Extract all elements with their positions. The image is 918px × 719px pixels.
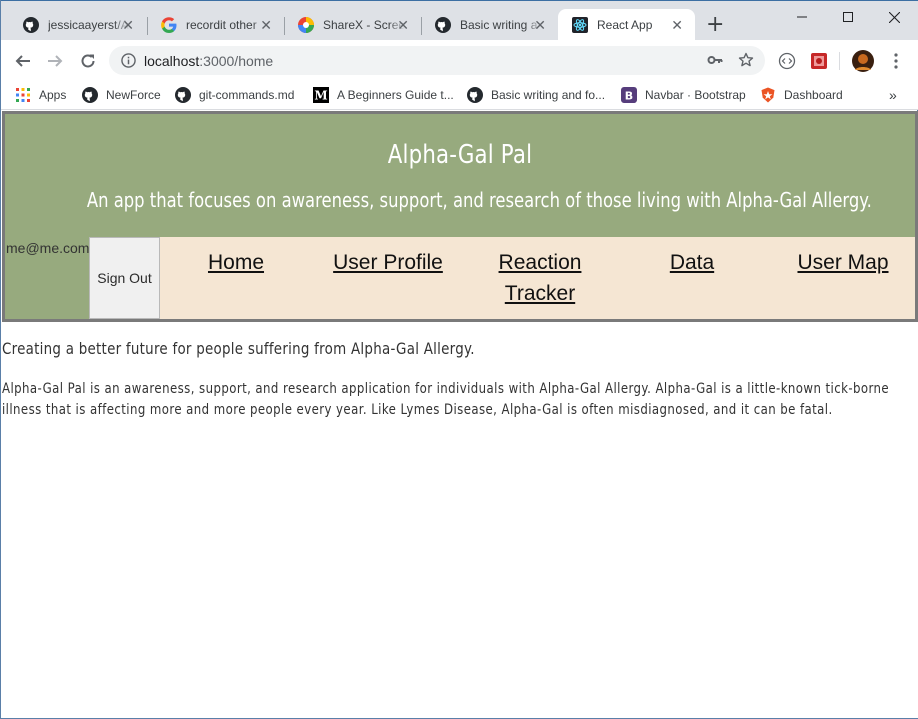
bootstrap-icon: B [621,87,637,103]
tab-github-basic-writing[interactable]: Basic writing a ✕ [421,9,558,41]
tab-title: Basic writing a [460,18,538,32]
url-host: localhost [144,53,200,69]
tab-title: React App [597,18,653,32]
url-text[interactable]: localhost:3000/home [144,53,273,69]
nav-link-data[interactable]: Data [632,247,752,278]
tab-title: recordit other [186,18,257,32]
close-icon[interactable]: ✕ [534,17,546,33]
github-icon [175,87,191,103]
tab-strip: jessicaayerst/A ✕ recordit other ✕ Share… [1,0,918,41]
extension-record-icon[interactable] [807,49,831,73]
bookmark-beginners-guide[interactable]: M A Beginners Guide t... [313,85,454,105]
back-arrow-icon[interactable] [11,49,35,73]
sign-out-button[interactable]: Sign Out [89,237,160,319]
avatar[interactable] [851,49,875,73]
browser-toolbar: localhost:3000/home [1,40,918,80]
info-icon[interactable] [121,53,136,72]
bookmark-newforce[interactable]: NewForce [82,85,161,105]
nav-link-home[interactable]: Home [180,247,292,278]
tab-react-app[interactable]: React App ✕ [558,9,695,41]
bookmark-label: git-commands.md [199,88,295,102]
bookmarks-bar: Apps NewForce git-commands.md M A Beginn… [1,80,918,110]
description-paragraph: Alpha-Gal Pal is an awareness, support, … [2,381,890,418]
close-window-icon[interactable] [871,5,917,29]
url-path: :3000/home [199,53,274,69]
bookmark-apps[interactable]: Apps [15,85,66,105]
bookmark-label: Navbar · Bootstrap [645,88,746,102]
bookmark-dashboard[interactable]: Dashboard [760,85,843,105]
github-icon [467,87,483,103]
bookmark-label: Apps [39,88,67,102]
bookmark-basic-writing[interactable]: Basic writing and fo... [467,85,605,105]
google-icon [161,17,177,33]
user-email: me@me.com [6,240,90,256]
svg-text:M: M [314,89,327,103]
tab-github-repo[interactable]: jessicaayerst/A ✕ [9,9,146,41]
tab-sharex[interactable]: ShareX - Scree ✕ [284,9,421,41]
medium-icon: M [313,87,329,103]
key-icon[interactable] [707,52,723,72]
close-icon[interactable]: ✕ [122,17,134,33]
bookmark-label: A Beginners Guide t... [337,88,454,102]
apps-grid-icon [15,87,31,103]
sharex-icon [298,17,314,33]
tab-title: ShareX - Scree [323,18,405,32]
minimize-icon[interactable] [779,5,825,29]
star-icon[interactable] [738,52,754,72]
forward-arrow-icon[interactable] [43,49,67,73]
nav-link-user-map[interactable]: User Map [785,247,901,278]
nav-bar: Home User Profile Reaction Tracker Data … [160,237,915,319]
svg-text:B: B [625,90,633,103]
github-icon [435,17,451,33]
close-icon[interactable]: ✕ [260,17,272,33]
maximize-icon[interactable] [825,5,871,29]
page-title: Alpha-Gal Pal [387,140,533,170]
address-bar[interactable]: localhost:3000/home [109,46,765,75]
app-header: Alpha-Gal Pal An app that focuses on awa… [2,111,918,322]
browser-window: jessicaayerst/A ✕ recordit other ✕ Share… [0,0,918,719]
close-icon[interactable]: ✕ [397,17,409,33]
bookmark-label: NewForce [106,88,161,102]
tagline: Creating a better future for people suff… [2,339,475,358]
bookmark-label: Basic writing and fo... [491,88,606,102]
new-tab-icon[interactable]: + [706,14,724,36]
bookmark-git-commands[interactable]: git-commands.md [175,85,294,105]
auth0-icon [760,87,776,103]
close-icon[interactable]: ✕ [671,17,683,33]
bookmark-label: Dashboard [784,88,843,102]
tab-google-search[interactable]: recordit other ✕ [147,9,284,41]
github-icon [23,17,39,33]
page-subtitle: An app that focuses on awareness, suppor… [86,188,872,212]
bookmark-navbar-bootstrap[interactable]: B Navbar · Bootstrap [621,85,746,105]
extension-code-icon[interactable] [775,49,799,73]
page-viewport: Alpha-Gal Pal An app that focuses on awa… [2,111,918,718]
github-icon [82,87,98,103]
nav-link-reaction-tracker[interactable]: Reaction Tracker [485,247,595,309]
toolbar-divider [839,52,840,70]
tab-title: jessicaayerst/A [48,18,129,32]
more-menu-icon[interactable] [884,49,908,73]
react-icon [572,17,588,33]
nav-link-user-profile[interactable]: User Profile [328,247,448,278]
bookmarks-overflow-icon[interactable]: » [889,85,897,105]
reload-icon[interactable] [76,49,100,73]
